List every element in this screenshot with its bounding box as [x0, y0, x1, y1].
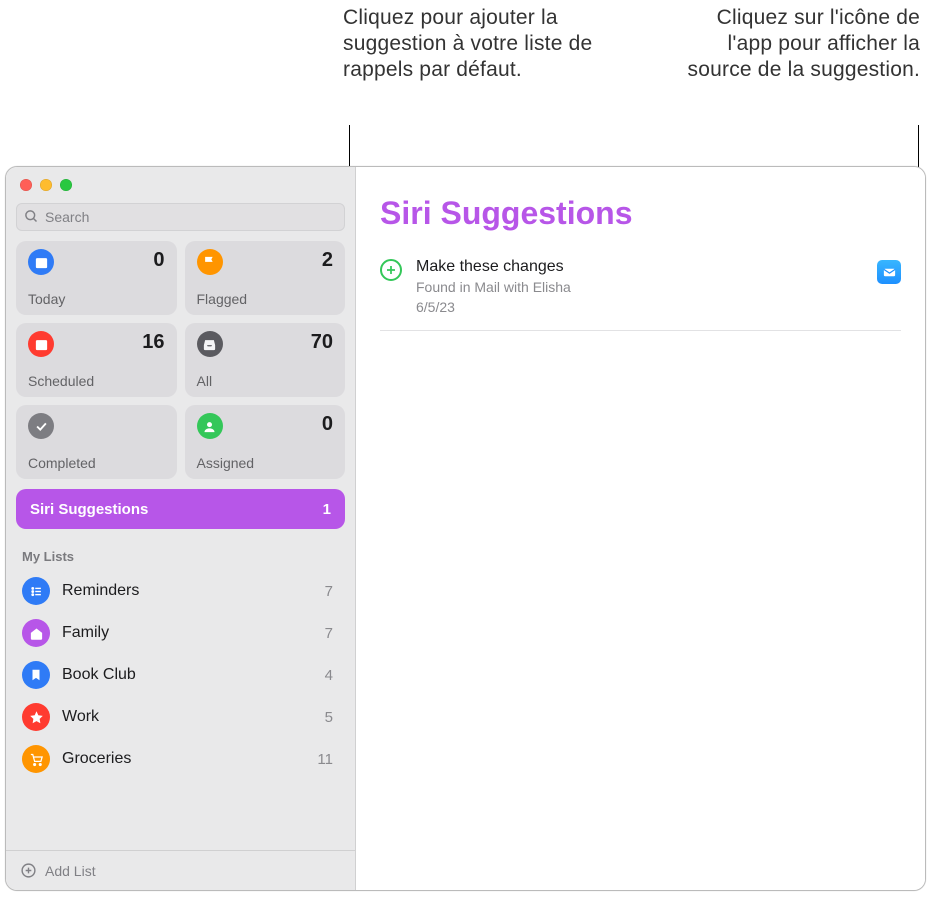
section-my-lists: My Lists [6, 529, 355, 570]
list-item[interactable]: Family7 [12, 612, 349, 654]
callout-add-suggestion: Cliquez pour ajouter la suggestion à vot… [343, 5, 593, 83]
search-field [16, 203, 345, 231]
reminders-window: 0 Today 2 Flagged [5, 166, 926, 891]
titlebar [6, 167, 355, 203]
list-count: 5 [325, 709, 339, 726]
close-button[interactable] [20, 179, 32, 191]
siri-label: Siri Suggestions [30, 501, 148, 518]
minimize-button[interactable] [40, 179, 52, 191]
smart-label: All [197, 373, 334, 389]
smart-scheduled[interactable]: 16 Scheduled [16, 323, 177, 397]
smart-label: Flagged [197, 291, 334, 307]
suggestion-row: Make these changes Found in Mail with El… [380, 250, 901, 331]
calendar-icon [28, 249, 54, 275]
cart-icon [22, 745, 50, 773]
list-name: Book Club [62, 666, 325, 684]
list-name: Reminders [62, 582, 325, 600]
smart-count: 0 [322, 413, 333, 436]
zoom-button[interactable] [60, 179, 72, 191]
smart-label: Today [28, 291, 165, 307]
home-icon [22, 619, 50, 647]
search-icon [24, 209, 39, 224]
list-item[interactable]: Work5 [12, 696, 349, 738]
check-icon [28, 413, 54, 439]
bookmark-icon [22, 661, 50, 689]
smart-count: 2 [322, 249, 333, 272]
smart-count: 0 [153, 249, 164, 272]
star-icon [22, 703, 50, 731]
person-icon [197, 413, 223, 439]
window-controls [20, 179, 72, 191]
add-list-button[interactable]: Add List [45, 863, 96, 879]
page-title: Siri Suggestions [380, 195, 901, 232]
smart-assigned[interactable]: 0 Assigned [185, 405, 346, 479]
search-input[interactable] [16, 203, 345, 231]
smart-flagged[interactable]: 2 Flagged [185, 241, 346, 315]
plus-circle-icon [20, 862, 37, 879]
calendar-icon [28, 331, 54, 357]
sidebar: 0 Today 2 Flagged [6, 167, 356, 890]
suggestion-title: Make these changes [416, 258, 867, 276]
list-count: 11 [317, 751, 339, 768]
mail-app-icon[interactable] [877, 260, 901, 284]
suggestion-subtitle: Found in Mail with Elisha [416, 278, 867, 296]
list-count: 7 [325, 583, 339, 600]
main-pane: Siri Suggestions Make these changes Foun… [356, 167, 925, 890]
smart-count: 16 [142, 331, 164, 354]
tray-icon [197, 331, 223, 357]
sidebar-siri-suggestions[interactable]: Siri Suggestions 1 [16, 489, 345, 529]
smart-count: 70 [311, 331, 333, 354]
smart-label: Completed [28, 455, 165, 471]
list-item[interactable]: Reminders7 [12, 570, 349, 612]
smart-label: Scheduled [28, 373, 165, 389]
smart-label: Assigned [197, 455, 334, 471]
list-count: 4 [325, 667, 339, 684]
add-suggestion-button[interactable] [380, 259, 402, 281]
smart-today[interactable]: 0 Today [16, 241, 177, 315]
my-lists: Reminders7Family7Book Club4Work5Grocerie… [6, 570, 355, 850]
suggestion-date: 6/5/23 [416, 298, 867, 316]
list-name: Groceries [62, 750, 317, 768]
list-item[interactable]: Groceries11 [12, 738, 349, 780]
list-item[interactable]: Book Club4 [12, 654, 349, 696]
list-count: 7 [325, 625, 339, 642]
siri-count: 1 [323, 501, 331, 518]
list-icon [22, 577, 50, 605]
flag-icon [197, 249, 223, 275]
smart-lists-grid: 0 Today 2 Flagged [6, 241, 355, 479]
smart-all[interactable]: 70 All [185, 323, 346, 397]
smart-completed[interactable]: Completed [16, 405, 177, 479]
list-name: Family [62, 624, 325, 642]
callout-source-icon: Cliquez sur l'icône de l'app pour affich… [670, 5, 920, 83]
sidebar-footer: Add List [6, 850, 355, 890]
list-name: Work [62, 708, 325, 726]
